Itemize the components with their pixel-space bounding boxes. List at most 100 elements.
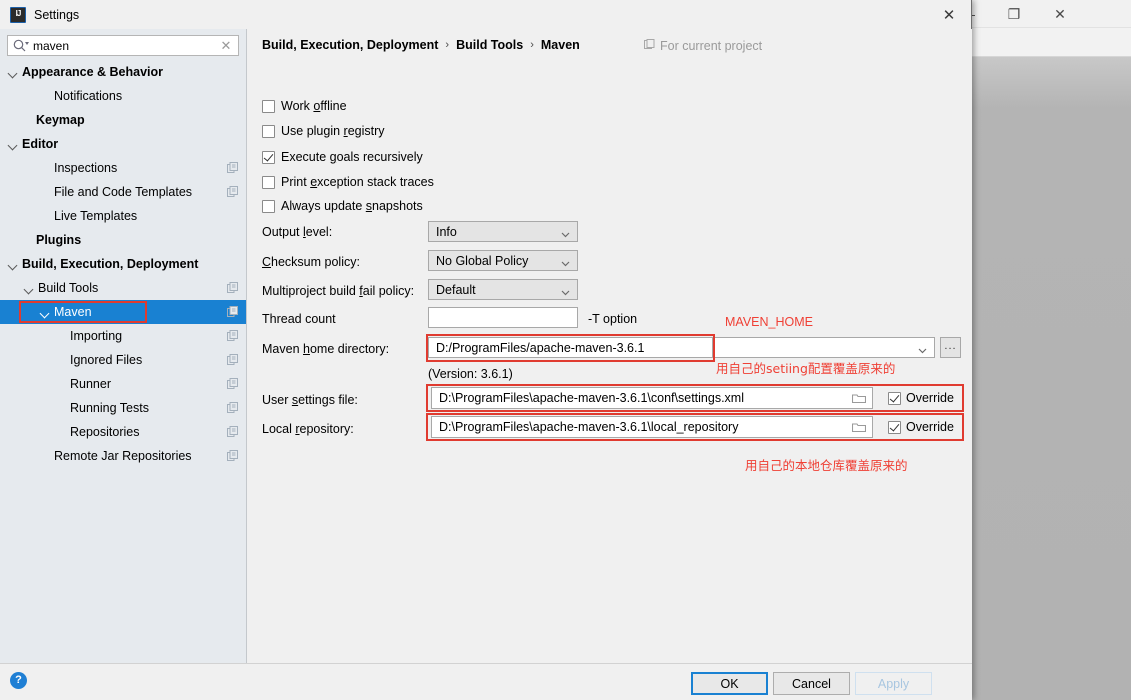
sidebar-item-label: Editor	[22, 137, 59, 151]
checkbox-always-update-snapshots[interactable]: Always update snapshots	[262, 199, 423, 213]
thread-count-input[interactable]	[428, 307, 578, 328]
checkbox-use-plugin-registry[interactable]: Use plugin registry	[262, 124, 385, 138]
checkbox-label: Work offline	[281, 99, 347, 113]
sidebar-item-repositories[interactable]: Repositories	[0, 420, 246, 444]
sidebar-item-editor[interactable]: Editor	[0, 132, 246, 156]
sidebar-item-running-tests[interactable]: Running Tests	[0, 396, 246, 420]
maven-home-browse-button[interactable]: ...	[940, 337, 961, 358]
folder-icon[interactable]	[851, 392, 867, 405]
settings-main-panel: Build, Execution, Deployment › Build Too…	[248, 29, 972, 663]
sidebar-item-importing[interactable]: Importing	[0, 324, 246, 348]
sidebar-item-plugins[interactable]: Plugins	[0, 228, 246, 252]
copy-settings-icon[interactable]	[227, 186, 238, 197]
copy-settings-icon[interactable]	[227, 306, 238, 317]
project-scope-icon	[644, 39, 655, 53]
sidebar-item-maven[interactable]: Maven	[0, 300, 246, 324]
chevron-down-icon[interactable]	[24, 283, 35, 294]
maven-home-input[interactable]: D:/ProgramFiles/apache-maven-3.6.1	[428, 337, 713, 358]
copy-settings-icon[interactable]	[227, 354, 238, 365]
for-current-project-text: For current project	[660, 39, 763, 53]
chevron-right-icon: ›	[445, 39, 450, 51]
checkbox-label: Print exception stack traces	[281, 175, 434, 189]
checkbox-execute-goals-recursively[interactable]: Execute goals recursively	[262, 150, 423, 164]
sidebar-item-live-templates[interactable]: Live Templates	[0, 204, 246, 228]
checkbox-label: Execute goals recursively	[281, 150, 423, 164]
breadcrumb-part-2[interactable]: Build Tools	[456, 38, 523, 52]
close-icon[interactable]: ✕	[216, 36, 236, 55]
sidebar-item-label: Appearance & Behavior	[22, 65, 164, 79]
apply-button[interactable]: Apply	[855, 672, 932, 695]
dialog-title: Settings	[34, 7, 80, 22]
chevron-down-icon[interactable]	[8, 139, 19, 150]
dialog-titlebar: Settings ✕	[0, 0, 971, 29]
breadcrumb: Build, Execution, Deployment › Build Too…	[262, 38, 580, 52]
checkbox-box[interactable]	[262, 99, 275, 113]
local-repository-override[interactable]: Override	[888, 420, 954, 434]
sidebar-item-runner[interactable]: Runner	[0, 372, 246, 396]
thread-count-suffix: -T option	[588, 312, 638, 326]
copy-settings-icon[interactable]	[227, 426, 238, 437]
multiproject-policy-dropdown[interactable]: Default	[428, 279, 578, 300]
user-settings-override[interactable]: Override	[888, 391, 954, 405]
ok-button[interactable]: OK	[691, 672, 768, 695]
sidebar-item-inspections[interactable]: Inspections	[0, 156, 246, 180]
output-level-value: Info	[436, 224, 457, 239]
sidebar-item-build-tools[interactable]: Build Tools	[0, 276, 246, 300]
sidebar-item-notifications[interactable]: Notifications	[0, 84, 246, 108]
chevron-down-icon	[561, 286, 570, 296]
checksum-policy-dropdown[interactable]: No Global Policy	[428, 250, 578, 271]
local-repository-value: D:\ProgramFiles\apache-maven-3.6.1\local…	[439, 420, 739, 434]
user-settings-input[interactable]: D:\ProgramFiles\apache-maven-3.6.1\conf\…	[431, 387, 873, 409]
sidebar-item-label: Running Tests	[70, 401, 149, 415]
chevron-down-icon[interactable]	[8, 67, 19, 78]
help-icon[interactable]: ?	[10, 672, 27, 689]
search-input[interactable]	[31, 37, 216, 54]
checkbox-box[interactable]	[262, 199, 275, 213]
maven-home-dropdown[interactable]	[714, 337, 935, 358]
chevron-down-icon[interactable]	[40, 307, 51, 318]
close-icon[interactable]: ✕	[927, 0, 971, 29]
copy-settings-icon[interactable]	[227, 450, 238, 461]
checkbox-user-settings-override[interactable]	[888, 391, 901, 405]
checkbox-print-exception-stack-traces[interactable]: Print exception stack traces	[262, 175, 434, 189]
local-repository-label: Local repository:	[262, 422, 354, 436]
output-level-dropdown[interactable]: Info	[428, 221, 578, 242]
copy-settings-icon[interactable]	[227, 378, 238, 389]
sidebar-item-ignored-files[interactable]: Ignored Files	[0, 348, 246, 372]
breadcrumb-part-3: Maven	[540, 38, 580, 52]
copy-settings-icon[interactable]	[227, 162, 238, 173]
multiproject-policy-value: Default	[436, 282, 476, 297]
breadcrumb-part-1[interactable]: Build, Execution, Deployment	[262, 38, 438, 52]
copy-settings-icon[interactable]	[227, 282, 238, 293]
checkbox-work-offline[interactable]: Work offline	[262, 99, 347, 113]
copy-settings-icon[interactable]	[227, 330, 238, 341]
search-box[interactable]: ✕	[7, 35, 239, 56]
window-close-button[interactable]: ✕	[1037, 0, 1083, 28]
sidebar-item-label: Repositories	[70, 425, 140, 439]
copy-settings-icon[interactable]	[227, 402, 238, 413]
sidebar-item-keymap[interactable]: Keymap	[0, 108, 246, 132]
checkbox-box[interactable]	[262, 175, 275, 189]
checkbox-label: Use plugin registry	[281, 124, 385, 138]
sidebar-item-remote-jar-repositories[interactable]: Remote Jar Repositories	[0, 444, 246, 468]
user-settings-value: D:\ProgramFiles\apache-maven-3.6.1\conf\…	[439, 391, 744, 405]
chevron-down-icon[interactable]	[8, 259, 19, 270]
user-settings-label: User settings file:	[262, 393, 358, 407]
sidebar-item-build-execution-deployment[interactable]: Build, Execution, Deployment	[0, 252, 246, 276]
sidebar-item-appearance-behavior[interactable]: Appearance & Behavior	[0, 60, 246, 84]
window-maximize-button[interactable]: ❐	[991, 0, 1037, 28]
sidebar-item-file-and-code-templates[interactable]: File and Code Templates	[0, 180, 246, 204]
checkbox-local-repository-override[interactable]	[888, 420, 901, 434]
cancel-button[interactable]: Cancel	[773, 672, 850, 695]
annotation-settings-override: 用自己的setiing配置覆盖原来的	[716, 361, 896, 376]
checkbox-box[interactable]	[262, 150, 275, 164]
multiproject-policy-label: Multiproject build fail policy:	[262, 284, 415, 298]
checkbox-box[interactable]	[262, 124, 275, 138]
local-repository-input[interactable]: D:\ProgramFiles\apache-maven-3.6.1\local…	[431, 416, 873, 438]
sidebar-item-label: Live Templates	[54, 209, 138, 223]
dialog-footer: ? OK Cancel Apply	[0, 663, 972, 700]
folder-icon[interactable]	[851, 421, 867, 434]
